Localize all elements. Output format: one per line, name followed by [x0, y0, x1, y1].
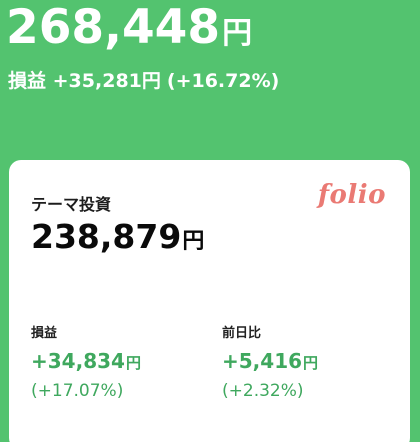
profit-percent: (+17.07%): [31, 381, 124, 401]
card-daily-change-metric: 前日比 +5,416円 (+2.32%): [222, 322, 318, 401]
card-asset-unit: 円: [182, 229, 205, 254]
theme-investment-card[interactable]: テーマ投資 folio 238,879円 損益 +34,834円 (+17.07…: [9, 160, 410, 442]
profit-amount-number: +34,834: [31, 349, 125, 373]
card-profit-metric: 損益 +34,834円 (+17.07%): [31, 322, 141, 401]
total-pl-label: 損益: [8, 70, 47, 92]
total-asset-unit: 円: [222, 16, 253, 51]
total-profit-loss: 損益 +35,281円 (+16.72%): [8, 66, 279, 93]
daily-change-amount-number: +5,416: [222, 349, 303, 373]
total-asset-number: 268,448: [6, 0, 221, 55]
profit-amount: +34,834円: [31, 351, 141, 371]
total-pl-amount: +35,281円: [52, 70, 161, 92]
profit-label: 損益: [31, 326, 58, 341]
card-title: テーマ投資: [31, 195, 112, 214]
daily-change-amount-unit: 円: [303, 354, 319, 372]
daily-change-percent: (+2.32%): [222, 381, 304, 401]
card-asset-value: 238,879円: [31, 220, 204, 253]
folio-logo-icon: folio: [317, 180, 386, 210]
profit-amount-unit: 円: [125, 354, 141, 372]
daily-change-amount: +5,416円: [222, 351, 318, 371]
card-asset-number: 238,879: [31, 217, 182, 256]
total-pl-percent: (+16.72%): [166, 70, 280, 92]
portfolio-screen: 268,448円 損益 +35,281円 (+16.72%) テーマ投資 foli…: [0, 0, 420, 442]
total-asset-value: 268,448円: [6, 4, 252, 51]
daily-change-label: 前日比: [222, 326, 262, 341]
